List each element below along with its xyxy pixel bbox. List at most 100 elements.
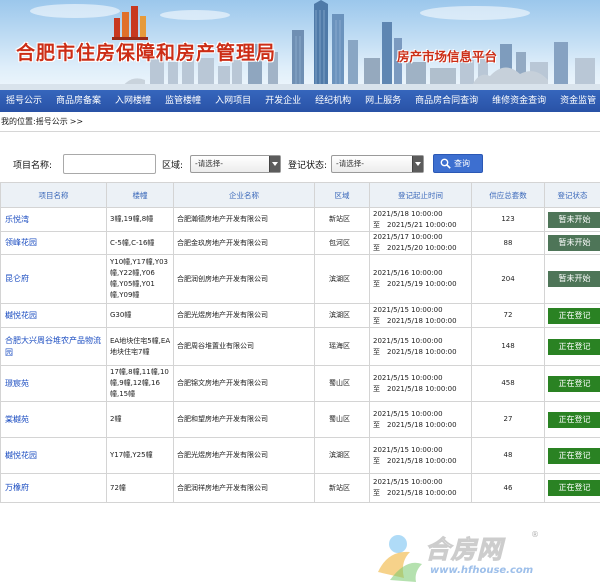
status-badge[interactable]: 暂未开始 — [548, 271, 600, 287]
cell-district: 新站区 — [314, 207, 370, 232]
start-time: 2021/5/15 10:00:00 — [373, 445, 443, 454]
nav-item-fund-supervision[interactable]: 资金监管 — [553, 90, 600, 112]
project-name-link[interactable]: 领峰花园 — [5, 238, 37, 247]
cell-project-name: 樾悦花园 — [0, 303, 107, 328]
breadcrumb: 我的位置:摇号公示 >> — [0, 116, 600, 130]
project-name-link[interactable]: 棠樾苑 — [5, 415, 29, 424]
cell-project-name: 樾悦花园 — [0, 437, 107, 474]
cell-district: 蜀山区 — [314, 365, 370, 402]
cell-buildings: EA地块住宅5幢,EA地块住宅7幢 — [106, 327, 174, 366]
cell-registration-period: 2021/5/15 10:00:00 至 2021/5/18 10:00:00 — [369, 365, 472, 402]
status-select[interactable]: -请选择- — [331, 155, 424, 173]
status-badge[interactable]: 暂未开始 — [548, 211, 600, 228]
cell-company: 合肥周谷堆置业有限公司 — [173, 327, 315, 366]
end-time: 2021/5/18 10:00:00 — [387, 420, 457, 429]
header-banner: 合肥市住房保障和房产管理局 房产市场信息平台 — [0, 0, 600, 90]
table-row: 樾悦花园 Y17幢,Y25幢 合肥光煜房地产开发有限公司 滨湖区 2021/5/15 1… — [0, 437, 600, 474]
cell-district: 滨湖区 — [314, 437, 370, 474]
project-name-input[interactable] — [63, 154, 156, 174]
cell-district: 包河区 — [314, 231, 370, 255]
end-time-line: 至 2021/5/21 10:00:00 — [373, 220, 471, 231]
cell-company: 合肥光煜房地产开发有限公司 — [173, 303, 315, 328]
cell-status: 正在登记 — [544, 401, 600, 438]
cell-registration-period: 2021/5/15 10:00:00 至 2021/5/18 10:00:00 — [369, 327, 472, 366]
nav-item-agencies[interactable]: 经纪机构 — [308, 90, 358, 112]
cell-registration-period: 2021/5/18 10:00:00 至 2021/5/21 10:00:00 — [369, 207, 472, 232]
nav-item-developers[interactable]: 开发企业 — [258, 90, 308, 112]
cell-supply-count: 48 — [471, 437, 545, 474]
status-badge[interactable]: 正在登记 — [548, 411, 600, 428]
breadcrumb-prefix: 我的位置: — [1, 117, 36, 126]
status-badge[interactable]: 正在登记 — [548, 480, 600, 496]
cell-supply-count: 27 — [471, 401, 545, 438]
cell-supply-count: 123 — [471, 207, 545, 232]
cell-project-name: 棠樾苑 — [0, 401, 107, 438]
start-time: 2021/5/18 10:00:00 — [373, 209, 443, 218]
bureau-logo-icon — [112, 6, 148, 40]
status-badge[interactable]: 正在登记 — [548, 375, 600, 392]
chevron-down-icon — [269, 156, 280, 172]
header-company: 企业名称 — [173, 182, 315, 208]
project-name-link[interactable]: 璟宸苑 — [5, 379, 29, 388]
start-time: 2021/5/16 10:00:00 — [373, 269, 443, 277]
nav-item-contract-query[interactable]: 商品房合同查询 — [408, 90, 485, 112]
project-name-link[interactable]: 乐悦湾 — [5, 215, 29, 224]
table-row: 璟宸苑 17幢,8幢,11幢,10幢,9幢,12幢,16幢,15幢 合肥锦文房地产开… — [0, 365, 600, 402]
header-project-name: 项目名称 — [0, 182, 107, 208]
cell-supply-count: 458 — [471, 365, 545, 402]
project-name-label: 项目名称: — [13, 161, 53, 171]
project-name-link[interactable]: 合肥大兴周谷堆农产品物流园 — [5, 336, 101, 357]
nav-item-lottery[interactable]: 摇号公示 — [0, 90, 49, 112]
cell-registration-period: 2021/5/16 10:00:00 至 2021/5/19 10:00:00 — [369, 254, 472, 304]
cell-district: 滨湖区 — [314, 303, 370, 328]
project-name-link[interactable]: 樾悦花园 — [5, 311, 37, 320]
cell-status: 正在登记 — [544, 473, 600, 503]
breadcrumb-current[interactable]: 摇号公示 — [36, 117, 68, 126]
district-select[interactable]: -请选择- — [190, 155, 281, 173]
cell-registration-period: 2021/5/17 10:00:00 至 2021/5/20 10:00:00 — [369, 231, 472, 255]
search-button[interactable]: 查询 — [433, 154, 483, 173]
nav-item-supervised-buildings[interactable]: 监管楼幢 — [158, 90, 208, 112]
start-time: 2021/5/15 10:00:00 — [373, 409, 443, 418]
cell-buildings: G30幢 — [106, 303, 174, 328]
cell-district: 新站区 — [314, 473, 370, 503]
cell-district: 瑶海区 — [314, 327, 370, 366]
cell-company: 合肥润创房地产开发有限公司 — [173, 254, 315, 304]
nav-item-online-buildings[interactable]: 入网楼幢 — [108, 90, 158, 112]
table-header-row: 项目名称 楼幢 企业名称 区域 登记起止时间 供应总套数 登记状态 — [0, 182, 600, 208]
nav-item-online-service[interactable]: 网上服务 — [358, 90, 408, 112]
header-district: 区域 — [314, 182, 370, 208]
nav-item-filing[interactable]: 商品房备案 — [49, 90, 108, 112]
nav-item-fund-query[interactable]: 维修资金查询 — [485, 90, 553, 112]
cell-district: 蜀山区 — [314, 401, 370, 438]
status-badge[interactable]: 暂未开始 — [548, 235, 600, 251]
cell-supply-count: 72 — [471, 303, 545, 328]
table-row: 领峰花园 C-5幢,C-16幢 合肥金玖房地产开发有限公司 包河区 2021/5/17 … — [0, 231, 600, 255]
header-buildings: 楼幢 — [106, 182, 174, 208]
cell-status: 暂未开始 — [544, 254, 600, 304]
table-row: 棠樾苑 2幢 合肥和望房地产开发有限公司 蜀山区 2021/5/15 10:00:00 至… — [0, 401, 600, 438]
project-name-link[interactable]: 昆仑府 — [5, 274, 29, 283]
nav-item-online-projects[interactable]: 入网项目 — [208, 90, 258, 112]
to-label: 至 — [373, 347, 380, 356]
end-time: 2021/5/20 10:00:00 — [387, 244, 457, 252]
cell-status: 暂未开始 — [544, 207, 600, 232]
start-time: 2021/5/17 10:00:00 — [373, 233, 443, 241]
project-name-link[interactable]: 万橡府 — [5, 483, 29, 492]
status-badge[interactable]: 正在登记 — [548, 447, 600, 464]
status-badge[interactable]: 正在登记 — [548, 307, 600, 324]
table-row: 昆仑府 Y10幢,Y17幢,Y03幢,Y22幢,Y06幢,Y05幢,Y01幢,Y0… — [0, 254, 600, 304]
status-badge[interactable]: 正在登记 — [548, 338, 600, 355]
watermark-url: www.hfhouse.com — [430, 565, 534, 576]
end-time-line: 至 2021/5/18 10:00:00 — [373, 420, 471, 431]
project-name-link[interactable]: 樾悦花园 — [5, 451, 37, 460]
cell-status: 正在登记 — [544, 327, 600, 366]
district-label: 区域: — [162, 161, 184, 171]
cell-registration-period: 2021/5/15 10:00:00 至 2021/5/18 10:00:00 — [369, 437, 472, 474]
to-label: 至 — [373, 220, 380, 229]
table-row: 万橡府 72幢 合肥润祥房地产开发有限公司 新站区 2021/5/15 10:00:00… — [0, 473, 600, 503]
table-row: 樾悦花园 G30幢 合肥光煜房地产开发有限公司 滨湖区 2021/5/15 10:00:… — [0, 303, 600, 328]
cell-buildings: 72幢 — [106, 473, 174, 503]
end-time-line: 至 2021/5/18 10:00:00 — [373, 456, 471, 467]
registered-mark-icon: ® — [531, 530, 539, 539]
